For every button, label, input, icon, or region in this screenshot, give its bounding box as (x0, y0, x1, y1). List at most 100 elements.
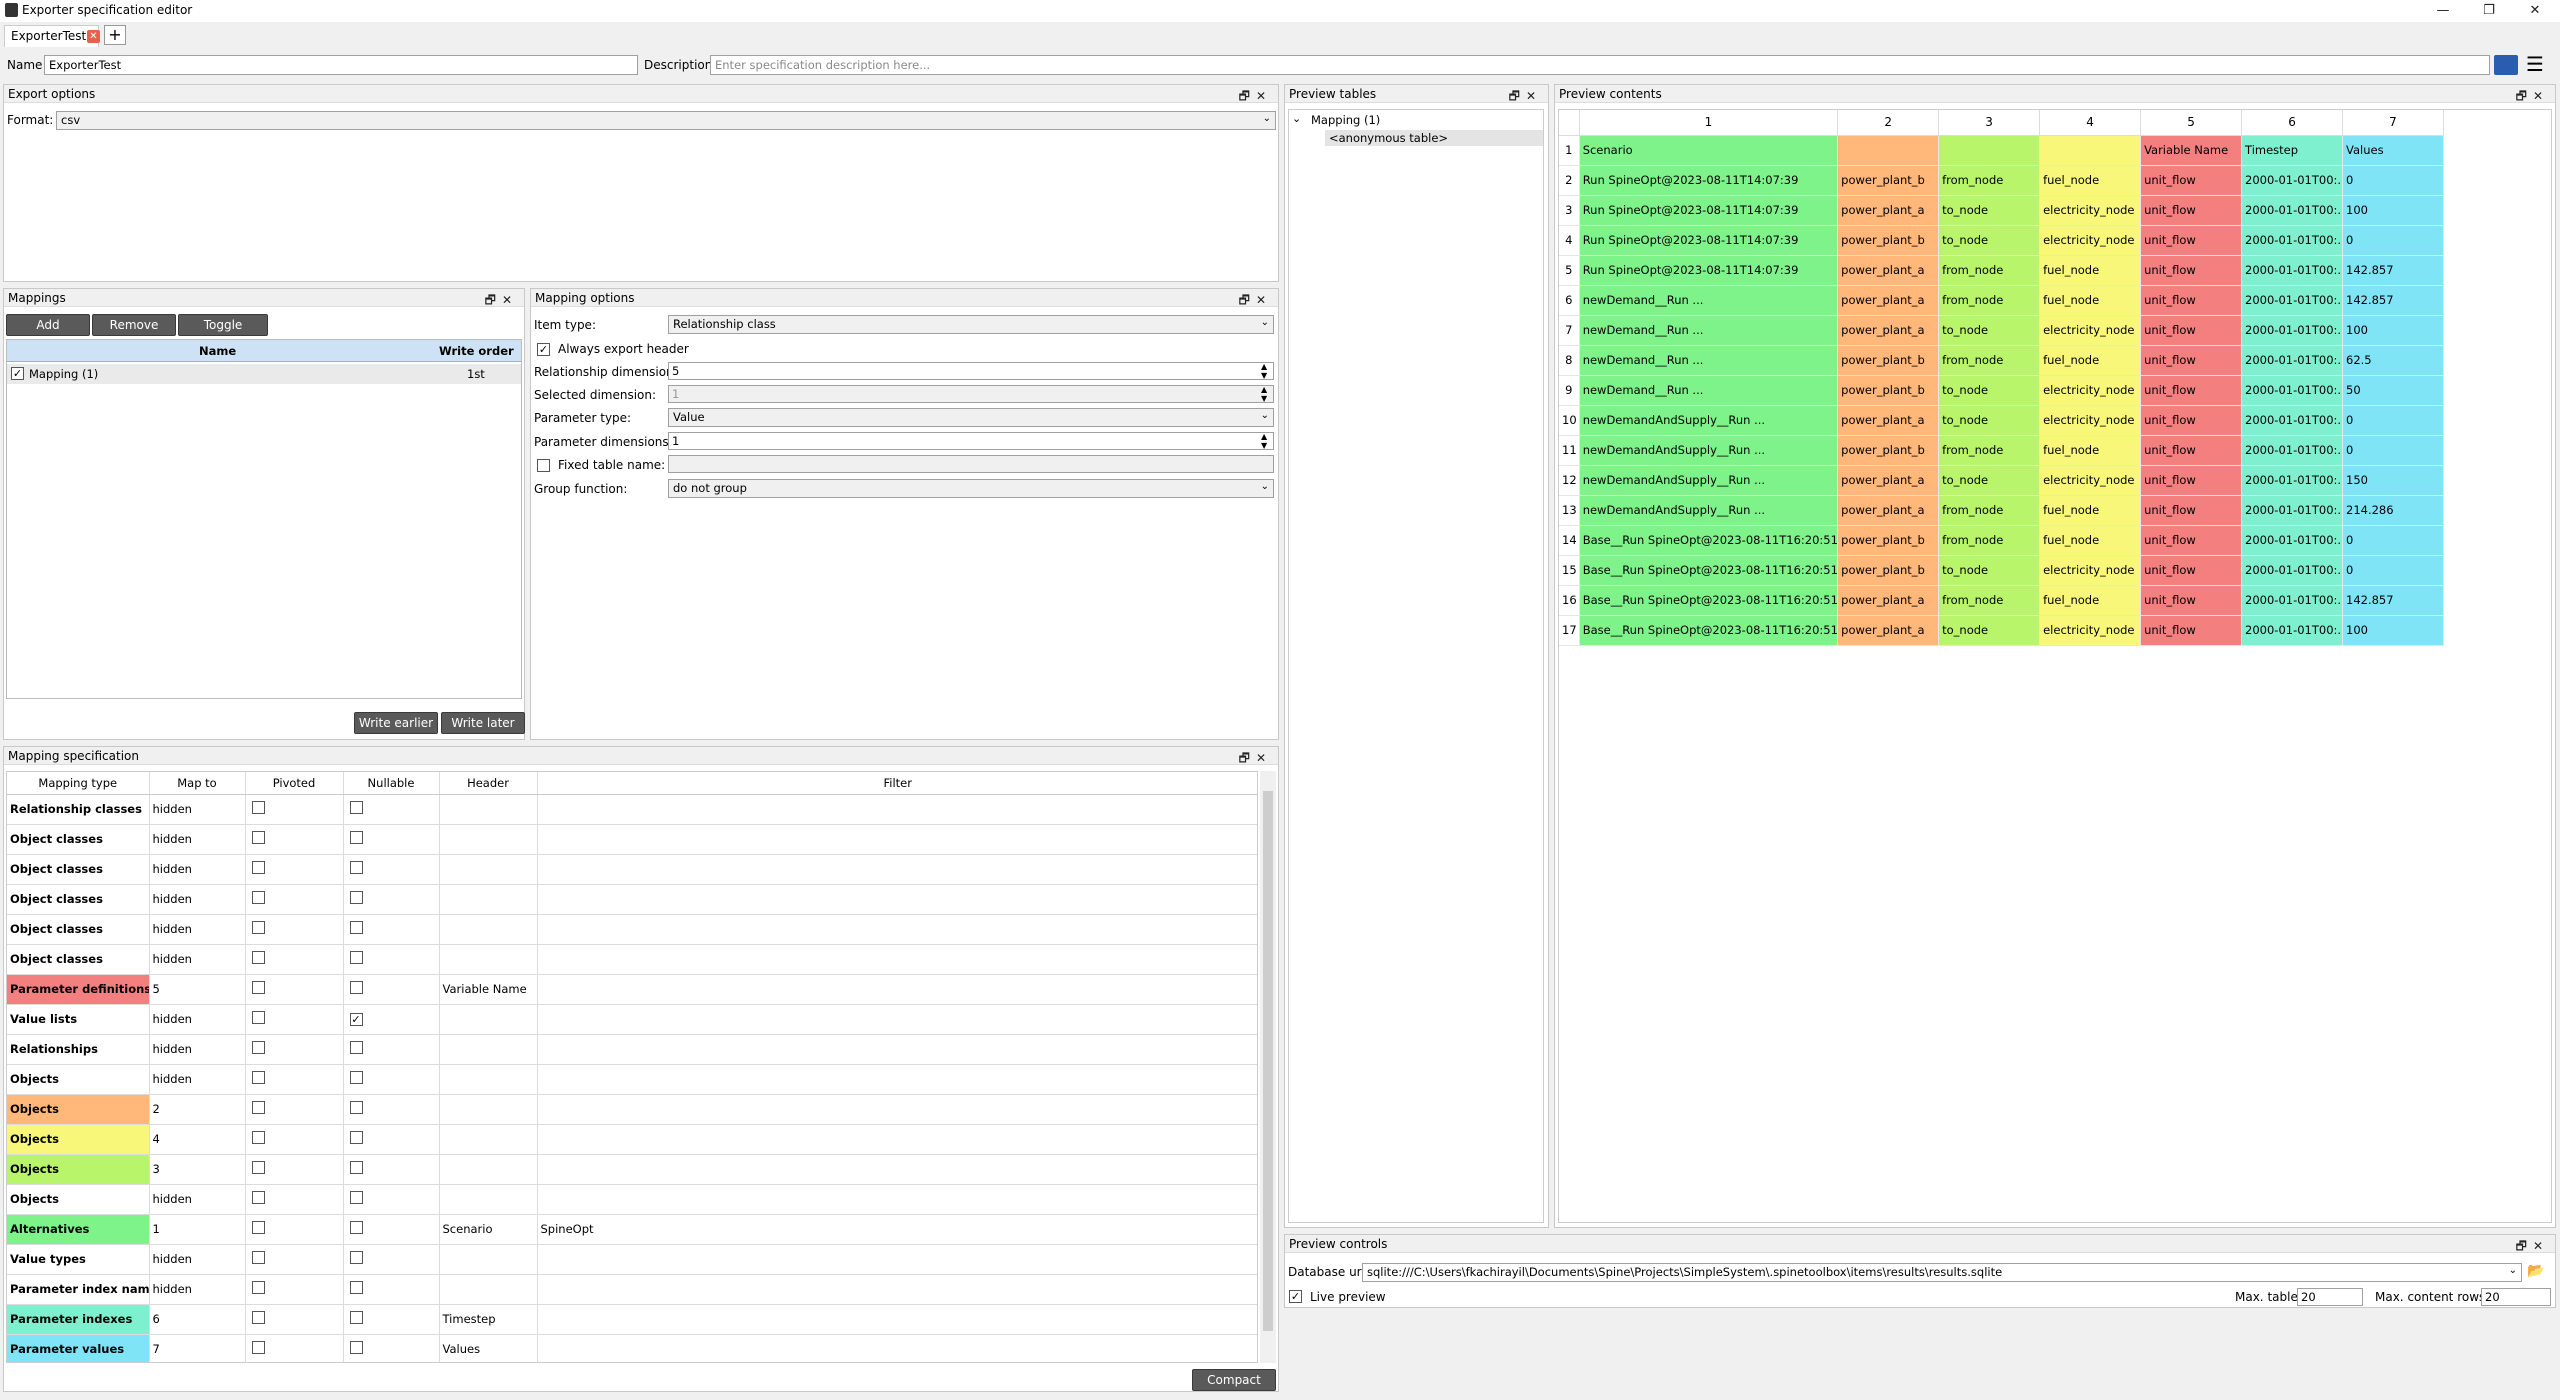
pivoted-checkbox[interactable] (251, 1221, 265, 1234)
header-cell[interactable]: Timestep (439, 1304, 538, 1335)
write-later-button[interactable]: Write later (441, 712, 525, 734)
tree-item-mapping[interactable]: Mapping (1) (1311, 113, 1380, 127)
nullable-checkbox[interactable] (349, 1041, 363, 1054)
filter-cell[interactable] (537, 854, 1257, 885)
pivoted-checkbox[interactable] (251, 1071, 265, 1084)
mapping-spec-row[interactable]: Value types hidden (7, 1244, 1257, 1275)
tree-item-anonymous-table[interactable]: <anonymous table> (1325, 130, 1543, 146)
map-to-cell[interactable]: 4 (149, 1124, 246, 1155)
restore-icon[interactable]: ❐ (2466, 0, 2512, 22)
filter-cell[interactable] (537, 1094, 1257, 1125)
pivoted-checkbox[interactable] (251, 1041, 265, 1054)
header-cell[interactable] (439, 1064, 538, 1095)
filter-cell[interactable] (537, 1154, 1257, 1185)
nullable-checkbox[interactable] (349, 1191, 363, 1204)
filter-cell[interactable] (537, 1274, 1257, 1305)
close-icon[interactable]: ✕ (2533, 1239, 2549, 1253)
pivoted-checkbox[interactable] (251, 801, 265, 814)
pivoted-checkbox[interactable] (251, 1131, 265, 1144)
nullable-checkbox[interactable]: ✓ (349, 1013, 363, 1026)
close-icon[interactable]: ✕ (1256, 89, 1272, 103)
header-cell[interactable]: Values (439, 1334, 538, 1362)
map-to-cell[interactable]: hidden (149, 1034, 246, 1065)
header-cell[interactable] (439, 1154, 538, 1185)
nullable-checkbox[interactable] (349, 861, 363, 874)
scrollbar-thumb[interactable] (1263, 791, 1273, 1331)
folder-open-icon[interactable]: 📂 (2527, 1263, 2544, 1279)
map-to-cell[interactable]: 5 (149, 974, 246, 1005)
map-to-cell[interactable]: 6 (149, 1304, 246, 1335)
mapping-spec-row[interactable]: Objects 3 (7, 1154, 1257, 1185)
live-preview-checkbox[interactable]: ✓ (1289, 1290, 1302, 1303)
dock-controls[interactable]: 🗗✕ (1239, 749, 1272, 770)
close-icon[interactable]: ✕ (502, 293, 518, 307)
nullable-checkbox[interactable] (349, 1251, 363, 1264)
map-to-cell[interactable]: 1 (149, 1214, 246, 1245)
filter-cell[interactable] (537, 1124, 1257, 1155)
window-close-icon[interactable]: ✕ (2512, 0, 2558, 22)
map-to-cell[interactable]: hidden (149, 854, 246, 885)
mapping-spec-row[interactable]: Parameter values 7 Values (7, 1334, 1257, 1362)
pivoted-checkbox[interactable] (251, 1191, 265, 1204)
pivoted-checkbox[interactable] (251, 1161, 265, 1174)
column-header[interactable]: 6 (2241, 110, 2343, 136)
toggle-enabled-button[interactable]: Toggle enabled (178, 314, 268, 352)
nullable-checkbox[interactable] (349, 1281, 363, 1294)
header-cell[interactable] (439, 854, 538, 885)
vertical-scrollbar[interactable] (1260, 771, 1276, 1363)
max-content-rows-spinbox[interactable]: 20 (2481, 1288, 2551, 1306)
filter-cell[interactable] (537, 944, 1257, 975)
filter-cell[interactable] (537, 1334, 1257, 1362)
filter-cell[interactable] (537, 914, 1257, 945)
filter-cell[interactable] (537, 884, 1257, 915)
filter-cell[interactable] (537, 824, 1257, 855)
dock-controls[interactable]: 🗗✕ (485, 291, 518, 312)
nullable-checkbox[interactable] (349, 1101, 363, 1114)
database-url-select[interactable]: sqlite:///C:\Users\fkachirayil\Documents… (1362, 1263, 2522, 1282)
mapping-spec-row[interactable]: Object classes hidden (7, 884, 1257, 915)
pivoted-checkbox[interactable] (251, 951, 265, 964)
remove-mapping-button[interactable]: Remove (92, 314, 176, 336)
pivoted-checkbox[interactable] (251, 1311, 265, 1324)
fixed-table-name-checkbox[interactable] (537, 459, 550, 472)
column-header[interactable]: 4 (2039, 110, 2142, 136)
mapping-enabled-checkbox[interactable]: ✓ (11, 367, 24, 380)
format-select[interactable]: csv ⌄ (56, 111, 1276, 130)
nullable-checkbox[interactable] (349, 1131, 363, 1144)
filter-cell[interactable] (537, 1064, 1257, 1095)
mapping-spec-row[interactable]: Object classes hidden (7, 824, 1257, 855)
header-cell[interactable] (439, 1274, 538, 1305)
header-cell[interactable] (439, 1184, 538, 1215)
pivoted-checkbox[interactable] (251, 1281, 265, 1294)
dock-controls[interactable]: 🗗✕ (1239, 291, 1272, 312)
map-to-cell[interactable]: hidden (149, 794, 246, 825)
mapping-spec-row[interactable]: Object classes hidden (7, 914, 1257, 945)
pivoted-checkbox[interactable] (251, 921, 265, 934)
float-icon[interactable]: 🗗 (485, 293, 502, 307)
mapping-spec-row[interactable]: Objects 2 (7, 1094, 1257, 1125)
mapping-spec-row[interactable]: Alternatives 1 Scenario SpineOpt (7, 1214, 1257, 1245)
header-cell[interactable] (439, 884, 538, 915)
map-to-cell[interactable]: hidden (149, 824, 246, 855)
float-icon[interactable]: 🗗 (1239, 751, 1256, 765)
minimize-icon[interactable]: — (2420, 0, 2466, 22)
nullable-checkbox[interactable] (349, 1161, 363, 1174)
pivoted-checkbox[interactable] (251, 861, 265, 874)
map-to-cell[interactable]: hidden (149, 1064, 246, 1095)
float-icon[interactable]: 🗗 (2516, 1239, 2533, 1253)
header-cell[interactable] (439, 944, 538, 975)
float-icon[interactable]: 🗗 (1239, 89, 1256, 103)
nullable-checkbox[interactable] (349, 801, 363, 814)
header-cell[interactable] (439, 1034, 538, 1065)
mapping-spec-row[interactable]: Parameter indexes 6 Timestep (7, 1304, 1257, 1335)
float-icon[interactable]: 🗗 (1239, 293, 1256, 307)
always-export-header-checkbox[interactable]: ✓ (537, 343, 550, 356)
nullable-checkbox[interactable] (349, 951, 363, 964)
nullable-checkbox[interactable] (349, 1311, 363, 1324)
filter-cell[interactable] (537, 1244, 1257, 1275)
header-cell[interactable] (439, 1004, 538, 1035)
tab-exportertest[interactable]: ExporterTest ✕ (4, 25, 100, 47)
header-cell[interactable]: Variable Name (439, 974, 538, 1005)
filter-cell[interactable] (537, 1004, 1257, 1035)
column-header[interactable]: 3 (1938, 110, 2041, 136)
